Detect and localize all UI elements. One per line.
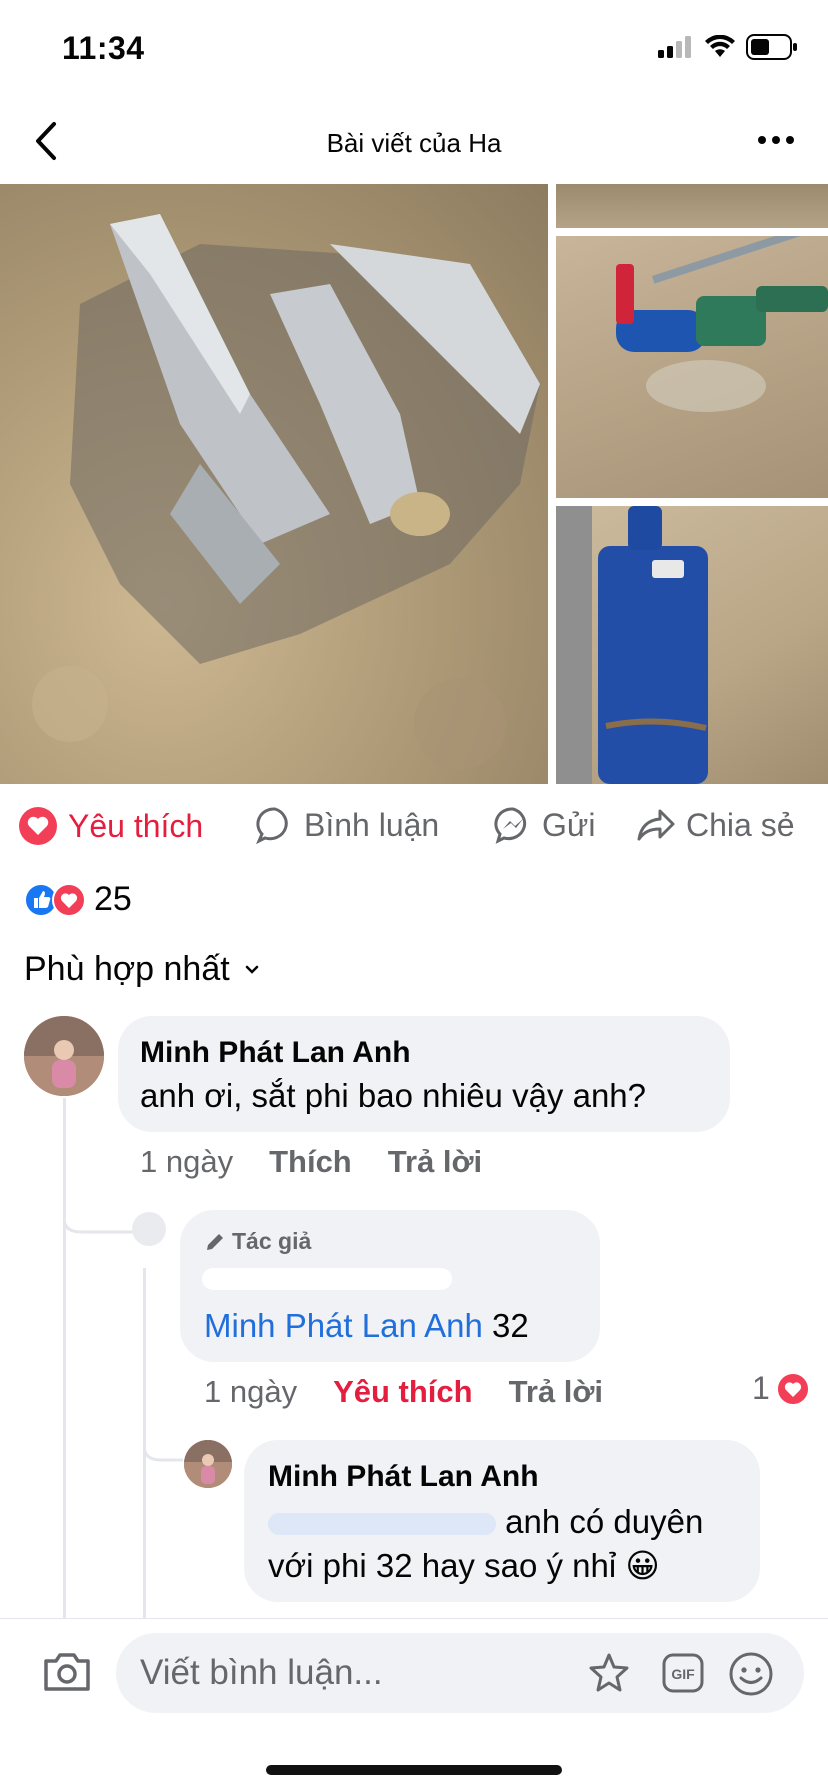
thread-line [63,1098,66,1618]
comment-bubble: Minh Phát Lan Anh anh ơi, sắt phi bao nh… [118,1016,730,1132]
share-icon [637,809,675,841]
page-title: Bài viết của Ha [326,128,502,158]
comment-text-line2: với phi 32 hay sao ý nhỉ 😀 [268,1547,660,1584]
comment-reaction-count[interactable]: 1 [752,1370,810,1407]
comment-text: Minh Phát Lan Anh 32 [204,1304,529,1348]
reaction-summary[interactable]: 25 [24,880,132,919]
like-button[interactable]: Yêu thích [18,806,203,846]
post-photo-top[interactable] [556,184,828,228]
avatar[interactable] [24,1016,104,1096]
post-photo-core-bit[interactable] [556,506,828,784]
author-badge-label: Tác giả [232,1228,312,1254]
post-photo-grid [0,184,828,784]
author-badge: Tác giả [204,1228,311,1255]
chevron-down-icon [245,965,258,974]
sort-label: Phù hợp nhất [24,950,230,988]
comment-text: anh ơi, sắt phi bao nhiêu vậy anh? [140,1077,647,1114]
comment-text: anh có duyên [505,1503,704,1540]
comment-time: 1 ngày [140,1144,234,1179]
love-reaction-icon [52,882,86,917]
avatar[interactable] [132,1212,166,1246]
wifi-icon [705,35,735,57]
comment-text-tail: 32 [482,1307,529,1344]
status-icons [658,34,798,60]
gif-icon[interactable]: GIF [662,1653,704,1693]
comment-reply-button[interactable]: Trả lời [509,1374,603,1410]
sticker-icon[interactable] [586,1651,632,1695]
camera-icon[interactable] [42,1649,92,1695]
svg-text:GIF: GIF [671,1666,695,1682]
status-time: 11:34 [62,30,145,66]
reaction-count-number: 1 [752,1370,770,1406]
post-photo-drill[interactable] [556,236,828,498]
comment-label: Bình luận [304,806,440,843]
redacted-name [202,1268,452,1290]
redacted-mention [268,1513,496,1536]
comment-like-button[interactable]: Thích [269,1144,352,1180]
comment-author[interactable]: Minh Phát Lan Anh [140,1036,411,1070]
comment-reply-button[interactable]: Trả lời [388,1144,482,1180]
love-reaction-icon [775,1371,810,1406]
avatar[interactable] [184,1440,232,1488]
emoji-icon[interactable] [728,1651,774,1697]
battery-icon [746,34,797,60]
signal-icon [658,36,691,58]
comment-input-placeholder: Viết bình luận... [140,1653,383,1692]
status-bar: 11:34 [0,0,828,100]
comment-icon [256,807,288,844]
post-photo-main[interactable] [0,184,548,784]
comment-sort-dropdown[interactable]: Phù hợp nhất [24,950,260,989]
share-label: Chia sẻ [686,806,795,843]
heart-icon [19,807,57,845]
comment-time: 1 ngày [204,1374,298,1409]
comment-bubble: Minh Phát Lan Anh anh có duyên với phi 3… [244,1440,760,1602]
comment-meta: 1 ngày Yêu thích Trả lời [204,1374,603,1410]
comment-composer: Viết bình luận... GIF [0,1618,828,1792]
comment-meta: 1 ngày Thích Trả lời [140,1144,482,1180]
send-label: Gửi [542,806,596,843]
post-header: Bài viết của Ha [0,100,828,184]
send-button[interactable]: Gửi [494,806,595,844]
comment-button[interactable]: Bình luận [256,806,439,844]
comment-text-line1: anh có duyên [268,1500,703,1544]
comment-input[interactable]: Viết bình luận... GIF [116,1633,804,1713]
comment-author[interactable]: Minh Phát Lan Anh [268,1460,539,1494]
more-icon[interactable] [754,122,798,158]
messenger-icon [494,807,527,844]
comment-mention[interactable]: Minh Phát Lan Anh [204,1307,483,1344]
pencil-icon [207,1233,223,1250]
reaction-count: 25 [94,880,132,918]
comment-like-button[interactable]: Yêu thích [333,1374,473,1410]
comment-bubble: Tác giả Minh Phát Lan Anh 32 [180,1210,600,1362]
post-action-bar: Yêu thích Bình luận Gửi Chia sẻ [0,784,828,866]
home-indicator [266,1765,562,1775]
share-button[interactable]: Chia sẻ [636,806,795,844]
like-label: Yêu thích [68,807,204,844]
